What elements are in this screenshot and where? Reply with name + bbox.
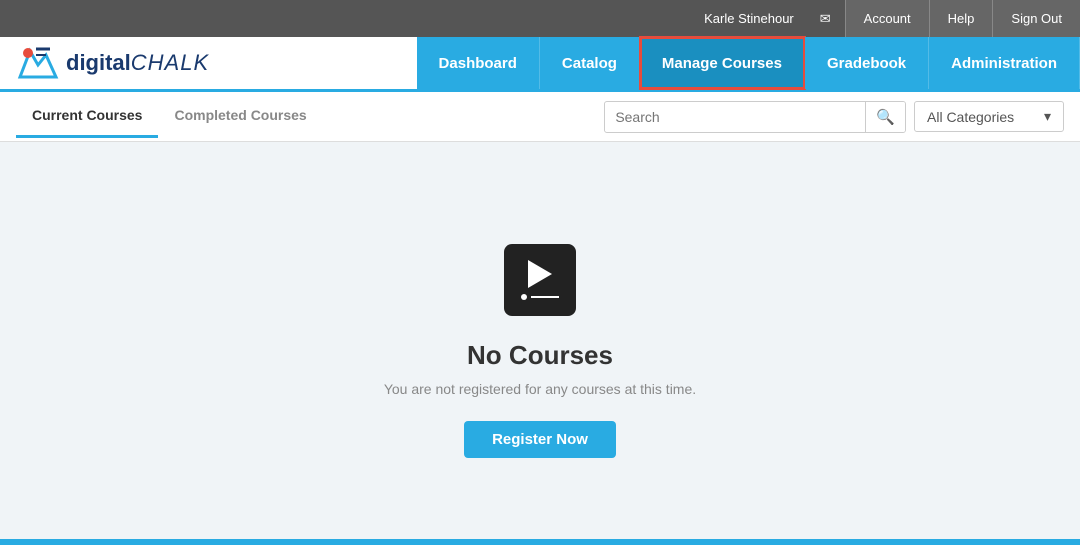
tab-current-courses[interactable]: Current Courses xyxy=(16,95,158,138)
nav-dashboard[interactable]: Dashboard xyxy=(417,37,540,89)
categories-dropdown[interactable]: All Categories ▾ xyxy=(914,101,1064,132)
top-bar: Karle Stinehour ✉ Account Help Sign Out xyxy=(0,0,1080,37)
logo-chalk: CHALK xyxy=(131,50,209,75)
help-button[interactable]: Help xyxy=(929,0,993,37)
search-input-wrap: 🔍 xyxy=(604,101,906,133)
signout-button[interactable]: Sign Out xyxy=(992,0,1080,37)
main-content: No Courses You are not registered for an… xyxy=(0,142,1080,539)
top-bar-actions: ✉ Account Help Sign Out xyxy=(806,0,1080,37)
mail-icon: ✉ xyxy=(820,11,831,27)
nav-manage-courses[interactable]: Manage Courses xyxy=(640,37,805,89)
logo-icon xyxy=(16,41,60,85)
logo: digitalCHALK xyxy=(16,41,209,85)
search-button[interactable]: 🔍 xyxy=(865,102,905,132)
user-name: Karle Stinehour xyxy=(704,11,806,26)
account-button[interactable]: Account xyxy=(845,0,929,37)
register-now-button[interactable]: Register Now xyxy=(464,421,616,458)
main-nav: Dashboard Catalog Manage Courses Gradebo… xyxy=(417,37,1080,89)
sub-header: Current Courses Completed Courses 🔍 All … xyxy=(0,92,1080,142)
no-courses-subtitle: You are not registered for any courses a… xyxy=(384,381,696,397)
bottom-bar xyxy=(0,539,1080,545)
logo-text: digitalCHALK xyxy=(66,50,209,76)
categories-label: All Categories xyxy=(927,109,1014,125)
logo-digital: digital xyxy=(66,50,131,75)
play-triangle-icon xyxy=(528,260,552,288)
search-input[interactable] xyxy=(605,103,865,131)
search-icon: 🔍 xyxy=(876,109,895,126)
search-area: 🔍 All Categories ▾ xyxy=(604,101,1064,133)
nav-administration[interactable]: Administration xyxy=(929,37,1080,89)
chevron-down-icon: ▾ xyxy=(1044,108,1051,125)
tab-completed-courses[interactable]: Completed Courses xyxy=(158,95,322,138)
video-dot xyxy=(521,294,527,300)
nav-catalog[interactable]: Catalog xyxy=(540,37,640,89)
mail-button[interactable]: ✉ xyxy=(806,0,845,37)
no-courses-title: No Courses xyxy=(467,340,613,371)
header: digitalCHALK Dashboard Catalog Manage Co… xyxy=(0,37,1080,92)
nav-gradebook[interactable]: Gradebook xyxy=(805,37,929,89)
video-icon xyxy=(504,244,576,316)
video-line xyxy=(531,296,559,298)
video-controls-icon xyxy=(521,294,559,300)
